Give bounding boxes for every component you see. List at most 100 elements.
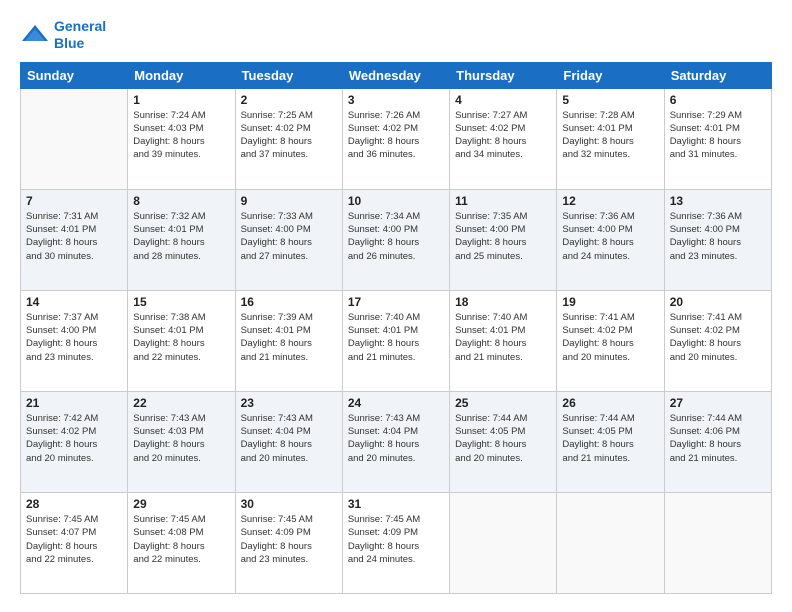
day-number: 4 — [455, 93, 551, 107]
header-tuesday: Tuesday — [235, 62, 342, 88]
day-info: Sunrise: 7:33 AM Sunset: 4:00 PM Dayligh… — [241, 210, 337, 263]
day-number: 16 — [241, 295, 337, 309]
table-row — [557, 492, 664, 593]
day-number: 1 — [133, 93, 229, 107]
day-info: Sunrise: 7:44 AM Sunset: 4:06 PM Dayligh… — [670, 412, 766, 465]
logo-icon — [20, 23, 50, 47]
table-row: 21 Sunrise: 7:42 AM Sunset: 4:02 PM Dayli… — [21, 391, 128, 492]
header-friday: Friday — [557, 62, 664, 88]
calendar-week-row: 14 Sunrise: 7:37 AM Sunset: 4:00 PM Dayli… — [21, 290, 772, 391]
table-row — [450, 492, 557, 593]
header-thursday: Thursday — [450, 62, 557, 88]
day-number: 11 — [455, 194, 551, 208]
header-sunday: Sunday — [21, 62, 128, 88]
calendar-table: Sunday Monday Tuesday Wednesday Thursday… — [20, 62, 772, 594]
table-row: 18 Sunrise: 7:40 AM Sunset: 4:01 PM Dayli… — [450, 290, 557, 391]
day-number: 28 — [26, 497, 122, 511]
day-number: 2 — [241, 93, 337, 107]
day-info: Sunrise: 7:39 AM Sunset: 4:01 PM Dayligh… — [241, 311, 337, 364]
calendar-week-row: 21 Sunrise: 7:42 AM Sunset: 4:02 PM Dayli… — [21, 391, 772, 492]
day-info: Sunrise: 7:28 AM Sunset: 4:01 PM Dayligh… — [562, 109, 658, 162]
table-row: 3 Sunrise: 7:26 AM Sunset: 4:02 PM Daylig… — [342, 88, 449, 189]
table-row: 5 Sunrise: 7:28 AM Sunset: 4:01 PM Daylig… — [557, 88, 664, 189]
table-row: 26 Sunrise: 7:44 AM Sunset: 4:05 PM Dayli… — [557, 391, 664, 492]
table-row: 10 Sunrise: 7:34 AM Sunset: 4:00 PM Dayli… — [342, 189, 449, 290]
logo-text: General Blue — [54, 18, 106, 52]
page: General Blue Sunday Monday Tuesday Wedne… — [0, 0, 792, 612]
day-info: Sunrise: 7:40 AM Sunset: 4:01 PM Dayligh… — [455, 311, 551, 364]
table-row: 16 Sunrise: 7:39 AM Sunset: 4:01 PM Dayli… — [235, 290, 342, 391]
logo: General Blue — [20, 18, 106, 52]
table-row: 1Sunrise: 7:24 AM Sunset: 4:03 PM Daylig… — [128, 88, 235, 189]
table-row: 31 Sunrise: 7:45 AM Sunset: 4:09 PM Dayli… — [342, 492, 449, 593]
day-info: Sunrise: 7:36 AM Sunset: 4:00 PM Dayligh… — [670, 210, 766, 263]
day-info: Sunrise: 7:44 AM Sunset: 4:05 PM Dayligh… — [455, 412, 551, 465]
day-info: Sunrise: 7:45 AM Sunset: 4:09 PM Dayligh… — [241, 513, 337, 566]
calendar-week-row: 28 Sunrise: 7:45 AM Sunset: 4:07 PM Dayli… — [21, 492, 772, 593]
day-info: Sunrise: 7:42 AM Sunset: 4:02 PM Dayligh… — [26, 412, 122, 465]
day-info: Sunrise: 7:44 AM Sunset: 4:05 PM Dayligh… — [562, 412, 658, 465]
table-row: 8Sunrise: 7:32 AM Sunset: 4:01 PM Daylig… — [128, 189, 235, 290]
table-row: 27 Sunrise: 7:44 AM Sunset: 4:06 PM Dayli… — [664, 391, 771, 492]
calendar-week-row: 7 Sunrise: 7:31 AM Sunset: 4:01 PM Daylig… — [21, 189, 772, 290]
day-number: 21 — [26, 396, 122, 410]
day-number: 27 — [670, 396, 766, 410]
day-number: 6 — [670, 93, 766, 107]
day-info: Sunrise: 7:45 AM Sunset: 4:08 PM Dayligh… — [133, 513, 229, 566]
table-row: 30 Sunrise: 7:45 AM Sunset: 4:09 PM Dayli… — [235, 492, 342, 593]
day-info: Sunrise: 7:43 AM Sunset: 4:03 PM Dayligh… — [133, 412, 229, 465]
day-number: 7 — [26, 194, 122, 208]
table-row: 4Sunrise: 7:27 AM Sunset: 4:02 PM Daylig… — [450, 88, 557, 189]
day-number: 18 — [455, 295, 551, 309]
day-info: Sunrise: 7:29 AM Sunset: 4:01 PM Dayligh… — [670, 109, 766, 162]
day-info: Sunrise: 7:25 AM Sunset: 4:02 PM Dayligh… — [241, 109, 337, 162]
day-number: 20 — [670, 295, 766, 309]
day-number: 31 — [348, 497, 444, 511]
day-info: Sunrise: 7:43 AM Sunset: 4:04 PM Dayligh… — [241, 412, 337, 465]
table-row: 2 Sunrise: 7:25 AM Sunset: 4:02 PM Daylig… — [235, 88, 342, 189]
day-number: 23 — [241, 396, 337, 410]
table-row: 12 Sunrise: 7:36 AM Sunset: 4:00 PM Dayli… — [557, 189, 664, 290]
day-info: Sunrise: 7:34 AM Sunset: 4:00 PM Dayligh… — [348, 210, 444, 263]
day-number: 26 — [562, 396, 658, 410]
table-row — [664, 492, 771, 593]
table-row: 25Sunrise: 7:44 AM Sunset: 4:05 PM Dayli… — [450, 391, 557, 492]
day-number: 3 — [348, 93, 444, 107]
calendar-week-row: 1Sunrise: 7:24 AM Sunset: 4:03 PM Daylig… — [21, 88, 772, 189]
day-info: Sunrise: 7:40 AM Sunset: 4:01 PM Dayligh… — [348, 311, 444, 364]
weekday-header-row: Sunday Monday Tuesday Wednesday Thursday… — [21, 62, 772, 88]
day-info: Sunrise: 7:26 AM Sunset: 4:02 PM Dayligh… — [348, 109, 444, 162]
header-wednesday: Wednesday — [342, 62, 449, 88]
table-row: 14 Sunrise: 7:37 AM Sunset: 4:00 PM Dayli… — [21, 290, 128, 391]
table-row: 20Sunrise: 7:41 AM Sunset: 4:02 PM Dayli… — [664, 290, 771, 391]
table-row: 6 Sunrise: 7:29 AM Sunset: 4:01 PM Daylig… — [664, 88, 771, 189]
table-row — [21, 88, 128, 189]
day-number: 14 — [26, 295, 122, 309]
day-info: Sunrise: 7:41 AM Sunset: 4:02 PM Dayligh… — [562, 311, 658, 364]
day-number: 22 — [133, 396, 229, 410]
day-number: 12 — [562, 194, 658, 208]
day-number: 24 — [348, 396, 444, 410]
day-info: Sunrise: 7:31 AM Sunset: 4:01 PM Dayligh… — [26, 210, 122, 263]
table-row: 11 Sunrise: 7:35 AM Sunset: 4:00 PM Dayli… — [450, 189, 557, 290]
header: General Blue — [20, 18, 772, 52]
day-number: 30 — [241, 497, 337, 511]
day-number: 17 — [348, 295, 444, 309]
header-saturday: Saturday — [664, 62, 771, 88]
day-info: Sunrise: 7:36 AM Sunset: 4:00 PM Dayligh… — [562, 210, 658, 263]
table-row: 22 Sunrise: 7:43 AM Sunset: 4:03 PM Dayli… — [128, 391, 235, 492]
table-row: 7 Sunrise: 7:31 AM Sunset: 4:01 PM Daylig… — [21, 189, 128, 290]
day-number: 5 — [562, 93, 658, 107]
day-info: Sunrise: 7:45 AM Sunset: 4:07 PM Dayligh… — [26, 513, 122, 566]
day-info: Sunrise: 7:35 AM Sunset: 4:00 PM Dayligh… — [455, 210, 551, 263]
day-info: Sunrise: 7:45 AM Sunset: 4:09 PM Dayligh… — [348, 513, 444, 566]
table-row: 15Sunrise: 7:38 AM Sunset: 4:01 PM Dayli… — [128, 290, 235, 391]
table-row: 17 Sunrise: 7:40 AM Sunset: 4:01 PM Dayli… — [342, 290, 449, 391]
day-number: 10 — [348, 194, 444, 208]
header-monday: Monday — [128, 62, 235, 88]
day-info: Sunrise: 7:37 AM Sunset: 4:00 PM Dayligh… — [26, 311, 122, 364]
table-row: 29Sunrise: 7:45 AM Sunset: 4:08 PM Dayli… — [128, 492, 235, 593]
table-row: 23 Sunrise: 7:43 AM Sunset: 4:04 PM Dayli… — [235, 391, 342, 492]
day-number: 19 — [562, 295, 658, 309]
day-info: Sunrise: 7:43 AM Sunset: 4:04 PM Dayligh… — [348, 412, 444, 465]
